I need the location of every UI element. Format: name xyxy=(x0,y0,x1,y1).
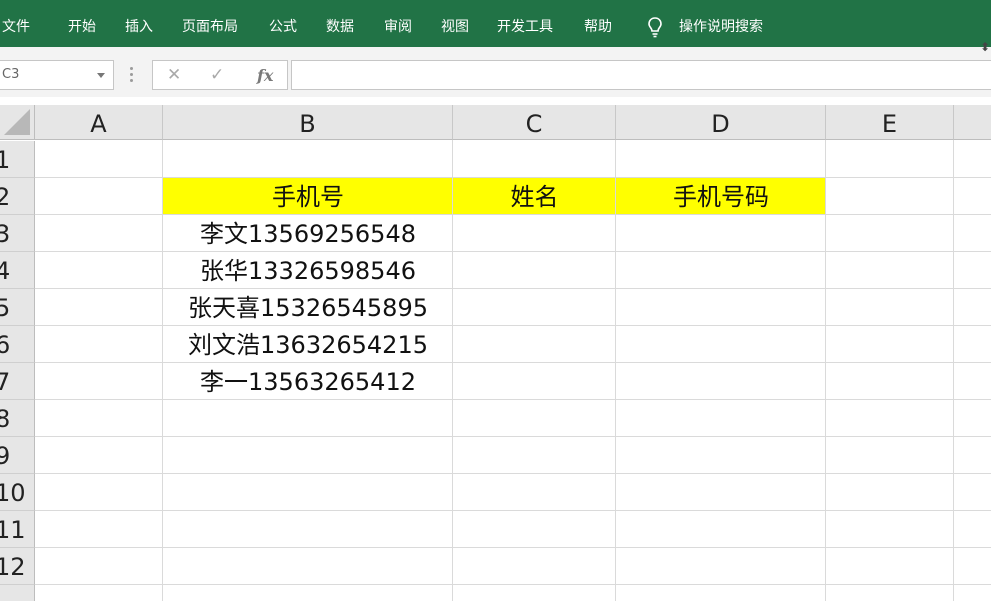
cell-b3[interactable]: 李文13569256548 xyxy=(163,215,453,252)
cell-b2[interactable]: 手机号 xyxy=(163,178,453,215)
ribbon-tab-bar: 文件 开始 插入 页面布局 公式 数据 审阅 视图 开发工具 帮助 操作说明搜索 xyxy=(0,0,991,47)
row-header-12[interactable]: 12 xyxy=(0,548,35,585)
enter-icon[interactable]: ✓ xyxy=(210,65,224,85)
row-header-9[interactable]: 9 xyxy=(0,437,35,474)
tab-file[interactable]: 文件 xyxy=(2,0,30,47)
lightbulb-icon[interactable] xyxy=(646,16,664,38)
column-header-f[interactable] xyxy=(954,105,991,140)
gridline xyxy=(35,436,991,437)
name-box-value: C3 xyxy=(2,67,20,82)
tab-formulas[interactable]: 公式 xyxy=(269,0,297,47)
row-header-4[interactable]: 4 xyxy=(0,252,35,289)
cell-b4[interactable]: 张华13326598546 xyxy=(163,252,453,289)
tab-review[interactable]: 审阅 xyxy=(384,0,412,47)
formula-buttons: ✕ ✓ fx xyxy=(152,60,288,90)
tab-home[interactable]: 开始 xyxy=(68,0,96,47)
gridline xyxy=(35,584,991,585)
row-header-2[interactable]: 2 xyxy=(0,178,35,215)
chevron-down-icon[interactable] xyxy=(97,73,105,78)
insert-function-button[interactable]: fx xyxy=(257,66,273,85)
tell-me-search[interactable]: 操作说明搜索 xyxy=(679,0,763,47)
cell-b7[interactable]: 李一13563265412 xyxy=(163,363,453,400)
select-all-triangle-icon xyxy=(4,109,30,135)
row-header-8[interactable]: 8 xyxy=(0,400,35,437)
tab-developer[interactable]: 开发工具 xyxy=(497,0,553,47)
cell-c2[interactable]: 姓名 xyxy=(453,178,616,215)
select-all-button[interactable] xyxy=(0,105,35,140)
cell-b6[interactable]: 刘文浩13632654215 xyxy=(163,326,453,363)
row-header-13[interactable] xyxy=(0,585,35,601)
gridline xyxy=(35,547,991,548)
formula-bar: C3 ✕ ✓ fx xyxy=(0,53,991,97)
cell-b5[interactable]: 张天喜15326545895 xyxy=(163,289,453,326)
cancel-icon[interactable]: ✕ xyxy=(167,65,181,85)
spreadsheet-grid: A B C D E 1 2 3 4 5 6 7 8 9 10 11 12 手机号… xyxy=(0,105,991,601)
name-box[interactable]: C3 xyxy=(0,60,114,90)
tab-page-layout[interactable]: 页面布局 xyxy=(182,0,238,47)
gridline xyxy=(953,140,954,601)
tab-insert[interactable]: 插入 xyxy=(125,0,153,47)
column-header-b[interactable]: B xyxy=(163,105,453,140)
row-header-3[interactable]: 3 xyxy=(0,215,35,252)
column-header-e[interactable]: E xyxy=(826,105,954,140)
tab-data[interactable]: 数据 xyxy=(326,0,354,47)
resize-arrow-icon: ⬍ xyxy=(980,40,991,54)
column-header-d[interactable]: D xyxy=(616,105,826,140)
cell-d2[interactable]: 手机号码 xyxy=(616,178,826,215)
row-header-5[interactable]: 5 xyxy=(0,289,35,326)
column-header-c[interactable]: C xyxy=(453,105,616,140)
grip-dots-icon[interactable] xyxy=(130,67,134,85)
gridline xyxy=(35,510,991,511)
row-header-1[interactable]: 1 xyxy=(0,141,35,178)
tab-help[interactable]: 帮助 xyxy=(584,0,612,47)
gridline xyxy=(35,473,991,474)
row-header-7[interactable]: 7 xyxy=(0,363,35,400)
formula-input[interactable] xyxy=(291,60,991,90)
tab-view[interactable]: 视图 xyxy=(441,0,469,47)
row-header-11[interactable]: 11 xyxy=(0,511,35,548)
row-header-10[interactable]: 10 xyxy=(0,474,35,511)
row-header-6[interactable]: 6 xyxy=(0,326,35,363)
column-header-a[interactable]: A xyxy=(35,105,163,140)
